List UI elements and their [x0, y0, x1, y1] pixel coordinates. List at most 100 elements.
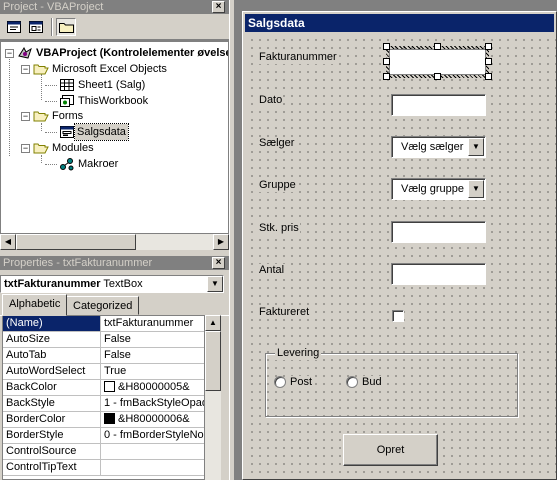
label-gruppe[interactable]: Gruppe [258, 179, 297, 192]
tree-connector [45, 132, 57, 133]
tree-node-forms[interactable]: Forms [33, 108, 83, 124]
resize-handle[interactable] [485, 43, 492, 50]
property-row[interactable]: BorderColor &H80000006& [3, 412, 204, 428]
property-value[interactable]: 1 - fmBackStyleOpaque [102, 396, 204, 411]
tree-node-vbaproject[interactable]: VBAProject (Kontrolelementer øvelse) [17, 45, 228, 61]
resize-handle[interactable] [434, 73, 441, 80]
opt-bud[interactable] [346, 376, 358, 388]
property-vscrollbar[interactable]: ▲ [205, 315, 221, 480]
form-title: Salgsdata [245, 14, 554, 32]
folder-open-icon [33, 143, 49, 154]
property-name: ControlSource [3, 444, 101, 459]
property-value[interactable]: 0 - fmBorderStyleNone [102, 428, 204, 443]
view-object-button[interactable] [26, 18, 46, 36]
property-value[interactable]: False [102, 332, 204, 347]
chevron-down-icon[interactable]: ▼ [468, 138, 484, 156]
property-value[interactable] [102, 460, 204, 475]
txt-antal[interactable] [391, 263, 486, 285]
property-row[interactable]: BorderStyle 0 - fmBorderStyleNone [3, 428, 204, 444]
toggle-folders-button[interactable] [56, 18, 76, 36]
property-value[interactable] [102, 444, 204, 459]
property-name: AutoWordSelect [3, 364, 101, 379]
property-value[interactable]: False [102, 348, 204, 363]
properties-panel-close-button[interactable]: × [212, 257, 225, 269]
label-stkpris[interactable]: Stk. pris [258, 222, 300, 235]
property-row[interactable]: ControlTipText [3, 460, 204, 476]
tree-node-excel-objects[interactable]: Microsoft Excel Objects [33, 61, 167, 77]
project-panel-close-button[interactable]: × [212, 1, 225, 13]
label-faktureret[interactable]: Faktureret [258, 306, 311, 319]
form-canvas[interactable]: Fakturanummer Dato Sælger Vælg sælger ▼ … [245, 33, 556, 479]
tab-alphabetic[interactable]: Alphabetic [2, 294, 68, 316]
tree-label-selected: Salgsdata [74, 123, 129, 141]
scroll-thumb[interactable] [16, 234, 136, 250]
tree-label: Forms [52, 110, 84, 122]
object-name: txtFakturanummer [4, 278, 101, 290]
expander-forms[interactable]: − [21, 112, 30, 121]
property-name: AutoSize [3, 332, 101, 347]
tree-node-thisworkbook[interactable]: ThisWorkbook [59, 93, 148, 109]
label-fakturanummer[interactable]: Fakturanummer [258, 51, 338, 64]
chk-faktureret[interactable] [392, 310, 404, 322]
property-row[interactable]: BackStyle 1 - fmBackStyleOpaque [3, 396, 204, 412]
scroll-right-button[interactable]: ▶ [213, 234, 229, 250]
resize-handle[interactable] [485, 73, 492, 80]
resize-handle[interactable] [383, 43, 390, 50]
scroll-up-button[interactable]: ▲ [205, 315, 221, 331]
tree-node-makroer[interactable]: Makroer [59, 156, 118, 172]
property-row[interactable]: (Name) txtFakturanummer [3, 316, 204, 332]
property-row[interactable]: AutoTab False [3, 348, 204, 364]
project-panel-title: Project - VBAProject [0, 0, 229, 14]
tree-node-sheet1[interactable]: Sheet1 (Salg) [59, 77, 145, 93]
txt-dato[interactable] [391, 94, 486, 116]
cbo-saelger[interactable]: Vælg sælger ▼ [391, 136, 486, 158]
txt-stkpris[interactable] [391, 221, 486, 243]
opret-button[interactable]: Opret [343, 434, 438, 466]
property-value[interactable]: txtFakturanummer [102, 316, 204, 331]
frame-levering-caption: Levering [275, 347, 322, 360]
view-code-button[interactable] [4, 18, 24, 36]
property-row[interactable]: ControlSource [3, 444, 204, 460]
property-row[interactable]: AutoSize False [3, 332, 204, 348]
resize-handle[interactable] [434, 43, 441, 50]
tree-connector [41, 123, 42, 131]
folder-icon [58, 23, 74, 33]
label-dato[interactable]: Dato [258, 94, 284, 107]
view-object-icon [29, 21, 43, 33]
opt-post[interactable] [274, 376, 286, 388]
project-hscrollbar[interactable]: ◀ ▶ [0, 234, 229, 250]
chevron-down-icon[interactable]: ▼ [468, 180, 484, 198]
userform-salgsdata[interactable]: Salgsdata Fakturanummer Dato Sælger Vælg… [242, 11, 557, 480]
chevron-down-icon[interactable]: ▼ [207, 276, 223, 292]
property-value-text: &H80000005& [118, 381, 190, 393]
resize-handle[interactable] [485, 58, 492, 65]
resize-handle[interactable] [383, 58, 390, 65]
project-toolbar [0, 14, 229, 40]
expander-root[interactable]: − [5, 49, 14, 58]
cbo-gruppe[interactable]: Vælg gruppe ▼ [391, 178, 486, 200]
scroll-thumb[interactable] [205, 331, 221, 391]
folder-open-icon [33, 111, 49, 122]
scroll-left-button[interactable]: ◀ [0, 234, 16, 250]
label-saelger[interactable]: Sælger [258, 137, 296, 150]
property-grid[interactable]: (Name) txtFakturanummer AutoSize False A… [2, 315, 205, 480]
property-name: AutoTab [3, 348, 101, 363]
property-value[interactable]: &H80000005& [102, 380, 204, 395]
tab-categorized[interactable]: Categorized [66, 296, 140, 315]
object-selector[interactable]: txtFakturanummer TextBox ▼ [0, 275, 224, 293]
property-value[interactable]: True [102, 364, 204, 379]
project-tree[interactable]: − VBAProject (Kontrolelementer øvelse) −… [0, 41, 229, 234]
property-row[interactable]: AutoWordSelect True [3, 364, 204, 380]
expander-modules[interactable]: − [21, 144, 30, 153]
tree-node-modules[interactable]: Modules [33, 140, 94, 156]
property-name: (Name) [3, 316, 101, 331]
property-row[interactable]: BackColor &H80000005& [3, 380, 204, 396]
tree-node-salgsdata[interactable]: Salgsdata [59, 123, 129, 141]
expander-excel-objects[interactable]: − [21, 65, 30, 74]
label-antal[interactable]: Antal [258, 264, 286, 277]
property-value[interactable]: &H80000006& [102, 412, 204, 427]
resize-handle[interactable] [383, 73, 390, 80]
label-bud[interactable]: Bud [361, 376, 383, 389]
label-post[interactable]: Post [289, 376, 314, 389]
txt-fakturanummer[interactable] [389, 49, 486, 75]
